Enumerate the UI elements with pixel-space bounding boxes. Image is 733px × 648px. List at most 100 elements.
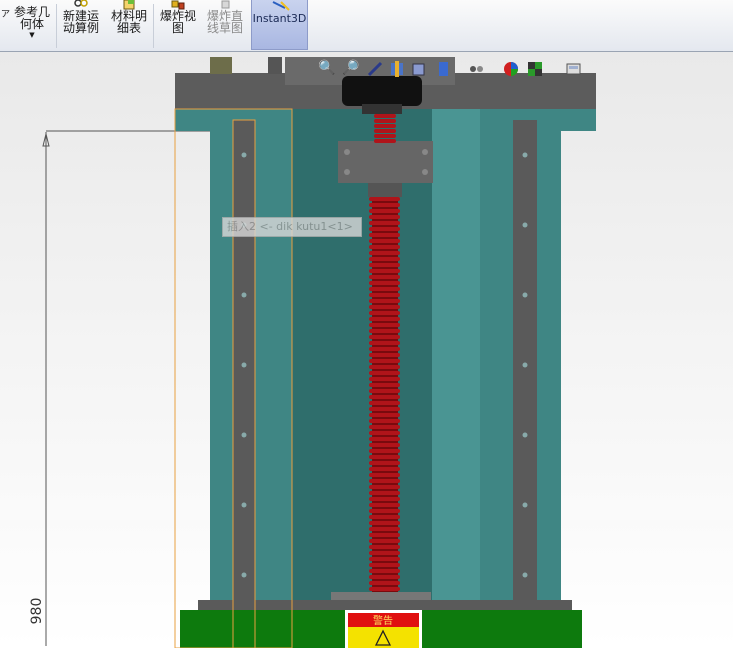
zoom-to-fit-icon[interactable]: 🔍 [318,60,336,78]
screw-thread [369,431,400,435]
reference-geometry-button[interactable]: 参考几 何体 ▼ [12,0,52,50]
dimension-value[interactable]: 980 [26,593,48,629]
nut-block-neck[interactable] [368,183,402,197]
screw-thread [369,413,400,417]
screw-thread [369,467,400,471]
screw-thread [369,473,400,477]
edit-appearance-icon[interactable] [502,60,520,78]
screw-thread [369,329,400,333]
screw-thread [369,341,400,345]
screw-thread [369,497,400,501]
screw-thread [369,215,400,219]
screw-thread [369,515,400,519]
screw-thread [369,563,400,567]
motion-study-icon [74,0,88,7]
screw-thread [369,239,400,243]
screw-thread [369,533,400,537]
ribbon-left-fragment: ァ [0,6,11,19]
dropdown-arrow-icon[interactable]: ▼ [12,30,52,40]
screw-thread [369,437,400,441]
screw-thread [374,129,396,133]
warning-label: 警告 [373,614,393,627]
screw-thread [369,371,400,375]
nut-block[interactable] [338,141,433,183]
screw-thread [369,503,400,507]
ribbon-separator [56,4,57,48]
instant3d-button[interactable]: Instant3D [251,0,308,50]
left-guide-rail[interactable] [233,120,255,646]
new-motion-study-label: 新建运 动算例 [62,9,99,35]
screw-thread [369,521,400,525]
display-style-icon[interactable] [434,60,452,78]
bill-of-materials-icon [123,0,135,10]
explode-line-sketch-button[interactable]: 爆炸直 线草图 [203,0,247,50]
screw-thread [369,395,400,399]
apply-scene-icon[interactable] [526,60,544,78]
screw-thread [369,227,400,231]
instant3d-icon [272,1,290,11]
exploded-view-icon [171,0,185,10]
view-orientation-icon[interactable] [410,60,428,78]
screw-thread [369,287,400,291]
ribbon-separator [153,4,154,48]
screw-thread [369,551,400,555]
right-guide-rail[interactable] [513,120,537,602]
screw-thread [369,203,400,207]
screw-core [372,197,398,592]
screw-thread [369,221,400,225]
top-bracket-left[interactable] [210,57,232,74]
screw-thread [369,389,400,393]
command-ribbon: ァ 参考几 何体 ▼ 新建运 动算例 材料明 细表 爆炸视 图 爆炸直 线草图 [0,0,733,52]
motor-coupling[interactable] [342,76,422,106]
section-view-icon[interactable] [388,60,406,78]
screw-thread [369,575,400,579]
previous-view-icon[interactable] [366,60,384,78]
zoom-to-area-icon[interactable]: 🔎 [342,60,360,78]
screw-thread [369,305,400,309]
screw-thread [369,557,400,561]
screw-thread [369,251,400,255]
exploded-view-label: 爆炸视 图 [159,9,196,35]
screw-thread [369,377,400,381]
screw-thread [369,587,400,591]
screw-thread [369,581,400,585]
screw-thread [369,449,400,453]
hide-show-items-icon[interactable] [466,60,484,78]
top-bracket-mid[interactable] [268,57,282,74]
screw-thread [374,139,396,143]
screw-thread [369,365,400,369]
graphics-viewport[interactable]: 警告 🔍 🔎 插入2 <- dik kutu1<1> 980 [0,52,733,648]
teal-inner-panel-right[interactable] [432,109,480,601]
screw-thread [369,275,400,279]
screw-thread [369,317,400,321]
screw-thread [369,419,400,423]
instant3d-label: Instant3D [252,12,307,25]
new-motion-study-button[interactable]: 新建运 动算例 [60,0,102,50]
motor-shaft-collar[interactable] [362,104,402,114]
screw-thread [374,124,396,128]
screw-thread [374,119,396,123]
screw-thread [369,407,400,411]
screw-thread [369,479,400,483]
reference-geometry-label: 参考几 何体 [13,5,50,31]
view-settings-icon[interactable] [564,60,582,78]
warning-sticker: 警告 [345,610,422,648]
screw-thread [369,269,400,273]
screw-thread [374,114,396,118]
vertical-dimension[interactable] [42,130,210,646]
screw-thread [369,233,400,237]
screw-thread [369,509,400,513]
screw-thread [369,257,400,261]
exploded-view-button[interactable]: 爆炸视 图 [157,0,199,50]
screw-thread [369,425,400,429]
screw-thread [369,299,400,303]
bill-of-materials-button[interactable]: 材料明 细表 [108,0,150,50]
component-tooltip: 插入2 <- dik kutu1<1> [222,217,362,237]
explode-line-sketch-label: 爆炸直 线草图 [206,9,243,35]
bill-of-materials-label: 材料明 细表 [110,9,147,35]
assembly-drawing: 警告 [42,57,596,648]
screw-thread [369,491,400,495]
base-frame-bar[interactable] [198,600,572,610]
screw-thread [369,383,400,387]
screw-thread [369,353,400,357]
